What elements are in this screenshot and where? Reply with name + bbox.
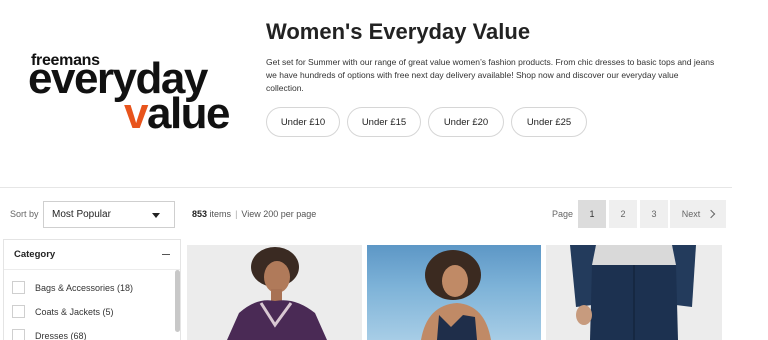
- next-label: Next: [681, 209, 701, 219]
- results-count: 853 items | View 200 per page: [192, 209, 317, 219]
- page-2-button[interactable]: 2: [609, 200, 637, 228]
- woman-jeans-illustration: [570, 245, 696, 340]
- page-description: Get set for Summer with our range of gre…: [266, 57, 715, 93]
- category-item-coats[interactable]: Coats & Jackets (5): [12, 305, 114, 318]
- filter-under-25-button[interactable]: Under £25: [511, 107, 587, 137]
- product-image-purple-hoodie[interactable]: [187, 245, 362, 340]
- view-200-link[interactable]: View 200 per page: [241, 209, 316, 219]
- category-item-dresses[interactable]: Dresses (68): [12, 329, 87, 340]
- category-item-label: Bags & Accessories (18): [35, 282, 134, 293]
- woman-swimsuit-illustration: [421, 250, 491, 340]
- category-item-label: Dresses (68): [35, 330, 87, 340]
- price-filter-pills: Under £10 Under £15 Under £20 Under £25: [266, 107, 736, 137]
- product-image-swimsuit[interactable]: [367, 245, 541, 340]
- filter-under-20-button[interactable]: Under £20: [428, 107, 504, 137]
- next-page-button[interactable]: Next: [670, 200, 726, 228]
- woman-hoodie-illustration: [227, 247, 327, 340]
- divider: [0, 187, 732, 188]
- category-title: Category: [14, 249, 56, 260]
- page-3-button[interactable]: 3: [640, 200, 668, 228]
- items-count: 853: [192, 209, 208, 219]
- chevron-right-icon: [707, 209, 716, 219]
- category-filter-header[interactable]: Category: [4, 240, 180, 270]
- sort-select[interactable]: Most Popular: [43, 201, 175, 228]
- chevron-down-icon: [152, 213, 160, 218]
- checkbox[interactable]: [12, 281, 25, 294]
- sidebar-scrollbar[interactable]: [175, 270, 180, 332]
- page-title: Women's Everyday Value: [266, 19, 531, 44]
- pagination-label: Page: [552, 209, 574, 219]
- filter-under-15-button[interactable]: Under £15: [347, 107, 421, 137]
- freemans-everyday-value-logo[interactable]: freemans everyday value: [28, 52, 231, 136]
- page-1-button[interactable]: 1: [578, 200, 606, 228]
- category-item-label: Coats & Jackets (5): [35, 306, 114, 317]
- items-label: items: [209, 209, 232, 219]
- logo-value-text: value: [124, 89, 231, 138]
- checkbox[interactable]: [12, 329, 25, 340]
- minus-icon[interactable]: [162, 254, 170, 256]
- sort-by-label: Sort by: [10, 209, 39, 219]
- category-item-bags[interactable]: Bags & Accessories (18): [12, 281, 133, 294]
- filter-under-10-button[interactable]: Under £10: [266, 107, 340, 137]
- sort-select-value: Most Popular: [52, 209, 111, 220]
- filter-sidebar: Category Bags & Accessories (18) Coats &…: [3, 239, 181, 340]
- hero-section: Women's Everyday Value Get set for Summe…: [266, 18, 736, 137]
- checkbox[interactable]: [12, 305, 25, 318]
- product-image-jeans[interactable]: [546, 245, 722, 340]
